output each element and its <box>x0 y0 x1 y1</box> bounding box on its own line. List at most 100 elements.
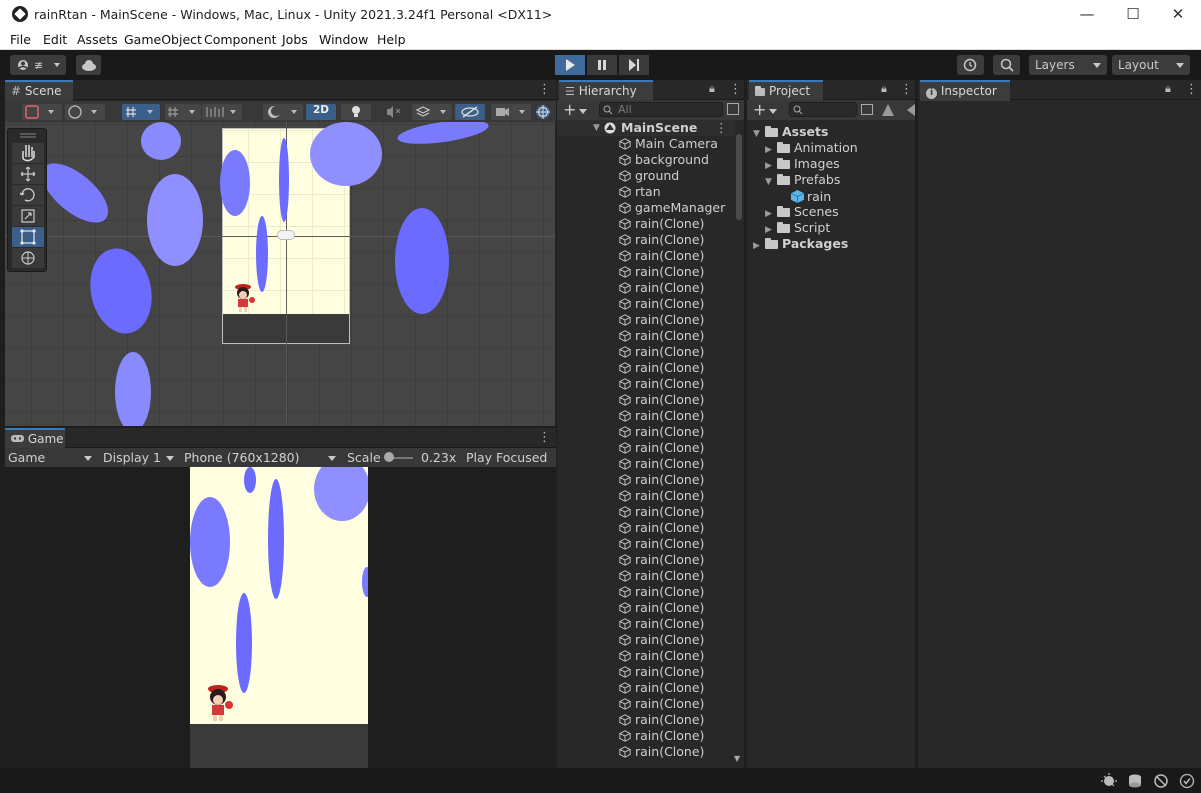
hierarchy-item[interactable]: rain(Clone) <box>557 216 735 232</box>
hierarchy-item[interactable]: rain(Clone) <box>557 568 735 584</box>
game-more-icon[interactable]: ⋮ <box>538 430 551 445</box>
search-button[interactable] <box>993 55 1020 75</box>
hierarchy-item[interactable]: rain(Clone) <box>557 632 735 648</box>
hierarchy-item[interactable]: rain(Clone) <box>557 712 735 728</box>
add-gameobject-button[interactable]: + <box>563 100 576 119</box>
tab-scene[interactable]: # Scene <box>5 80 73 101</box>
layout-dropdown[interactable]: Layout <box>1112 55 1190 75</box>
hierarchy-item[interactable]: rain(Clone) <box>557 248 735 264</box>
account-button[interactable]: ≇ <box>10 55 66 75</box>
menu-jobs[interactable]: Jobs <box>282 32 308 47</box>
minimize-button[interactable]: — <box>1064 0 1110 30</box>
hierarchy-item[interactable]: rain(Clone) <box>557 728 735 744</box>
ok-icon[interactable] <box>1178 772 1196 790</box>
rain-prefab[interactable]: rain <box>790 188 831 205</box>
game-view-dropdown[interactable]: Game <box>5 448 97 467</box>
scene-more-icon[interactable]: ⋮ <box>538 82 551 97</box>
close-button[interactable]: ✕ <box>1155 0 1201 30</box>
hierarchy-item[interactable]: rain(Clone) <box>557 680 735 696</box>
hierarchy-item[interactable]: rain(Clone) <box>557 664 735 680</box>
menu-gameobject[interactable]: GameObject <box>124 32 202 47</box>
scene-row[interactable]: ▼ MainScene ⋮ <box>557 120 735 136</box>
hierarchy-item[interactable]: rtan <box>557 184 735 200</box>
lock-icon[interactable]: 🔒︎ <box>1165 82 1171 96</box>
hierarchy-item[interactable]: rain(Clone) <box>557 696 735 712</box>
rotate-tool-icon[interactable] <box>12 185 44 205</box>
database-icon[interactable] <box>1126 772 1144 790</box>
menu-file[interactable]: File <box>10 32 31 47</box>
hierarchy-item[interactable]: rain(Clone) <box>557 440 735 456</box>
project-search-input[interactable] <box>789 102 857 117</box>
bug-icon[interactable] <box>1100 772 1118 790</box>
hierarchy-item[interactable]: rain(Clone) <box>557 472 735 488</box>
create-asset-button[interactable]: + <box>753 100 766 119</box>
search-by-label-icon[interactable] <box>882 104 894 116</box>
tab-hierarchy[interactable]: ☰ Hierarchy <box>559 80 653 101</box>
maximize-button[interactable]: ☐ <box>1110 0 1156 30</box>
hierarchy-item[interactable]: gameManager <box>557 200 735 216</box>
play-button[interactable] <box>555 55 585 75</box>
hierarchy-item[interactable]: rain(Clone) <box>557 344 735 360</box>
menu-edit[interactable]: Edit <box>43 32 67 47</box>
scene-more-icon[interactable]: ⋮ <box>715 120 728 136</box>
hierarchy-item[interactable]: rain(Clone) <box>557 408 735 424</box>
packages-folder[interactable]: ▶ Packages <box>753 236 848 254</box>
auto-gen-lighting-off-icon[interactable] <box>1152 772 1170 790</box>
game-viewport[interactable] <box>190 467 368 768</box>
scene-viewport[interactable] <box>5 122 555 426</box>
hierarchy-item[interactable]: rain(Clone) <box>557 296 735 312</box>
hierarchy-item[interactable]: rain(Clone) <box>557 520 735 536</box>
display-dropdown[interactable]: Display 1 <box>99 448 179 467</box>
hand-tool-icon[interactable] <box>12 143 44 163</box>
toggle-tree-icon[interactable] <box>907 104 915 116</box>
lock-icon[interactable]: 🔒︎ <box>881 82 887 96</box>
lock-icon[interactable]: 🔒︎ <box>709 82 715 96</box>
scroll-down-icon[interactable]: ▼ <box>734 754 740 763</box>
hierarchy-item[interactable]: ground <box>557 168 735 184</box>
hierarchy-item[interactable]: rain(Clone) <box>557 552 735 568</box>
scrollbar-thumb[interactable] <box>736 134 742 220</box>
scene-visibility-icon[interactable] <box>727 103 739 115</box>
pause-button[interactable] <box>587 55 617 75</box>
hierarchy-item[interactable]: rain(Clone) <box>557 312 735 328</box>
inspector-more-icon[interactable]: ⋮ <box>1185 82 1198 97</box>
tab-project[interactable]: Project <box>749 80 823 101</box>
step-button[interactable] <box>619 55 649 75</box>
project-more-icon[interactable]: ⋮ <box>900 82 913 97</box>
hierarchy-item[interactable]: rain(Clone) <box>557 392 735 408</box>
transform-tool-icon[interactable] <box>12 248 44 268</box>
hierarchy-item[interactable]: rain(Clone) <box>557 616 735 632</box>
menu-component[interactable]: Component <box>204 32 277 47</box>
hierarchy-search-input[interactable]: All <box>599 102 723 117</box>
hierarchy-item[interactable]: rain(Clone) <box>557 424 735 440</box>
hierarchy-item[interactable]: rain(Clone) <box>557 488 735 504</box>
hierarchy-item[interactable]: rain(Clone) <box>557 376 735 392</box>
tab-game[interactable]: Game <box>5 428 65 449</box>
hierarchy-item[interactable]: rain(Clone) <box>557 280 735 296</box>
hierarchy-item[interactable]: rain(Clone) <box>557 536 735 552</box>
hierarchy-item[interactable]: rain(Clone) <box>557 648 735 664</box>
hierarchy-item[interactable]: rain(Clone) <box>557 264 735 280</box>
hierarchy-item[interactable]: rain(Clone) <box>557 328 735 344</box>
scale-slider-handle[interactable] <box>384 452 394 462</box>
hierarchy-item[interactable]: rain(Clone) <box>557 456 735 472</box>
layers-dropdown[interactable]: Layers <box>1029 55 1107 75</box>
tab-inspector[interactable]: i Inspector <box>920 80 1010 101</box>
hierarchy-item[interactable]: rain(Clone) <box>557 584 735 600</box>
hierarchy-item[interactable]: rain(Clone) <box>557 504 735 520</box>
hierarchy-more-icon[interactable]: ⋮ <box>729 82 742 97</box>
move-tool-icon[interactable] <box>12 164 44 184</box>
hierarchy-item[interactable]: rain(Clone) <box>557 360 735 376</box>
hierarchy-item[interactable]: Main Camera <box>557 136 735 152</box>
play-focused-dropdown[interactable]: Play Focused <box>461 448 555 467</box>
resolution-dropdown[interactable]: Phone (760x1280) <box>181 448 341 467</box>
menu-help[interactable]: Help <box>377 32 406 47</box>
rect-tool-icon[interactable] <box>12 227 44 247</box>
hierarchy-item[interactable]: rain(Clone) <box>557 744 735 760</box>
hierarchy-item[interactable]: rain(Clone) <box>557 600 735 616</box>
hierarchy-item[interactable]: rain(Clone) <box>557 232 735 248</box>
mode-2d-button[interactable]: 2D <box>313 104 329 116</box>
scale-tool-icon[interactable] <box>12 206 44 226</box>
menu-window[interactable]: Window <box>319 32 368 47</box>
cloud-button[interactable] <box>76 55 101 75</box>
